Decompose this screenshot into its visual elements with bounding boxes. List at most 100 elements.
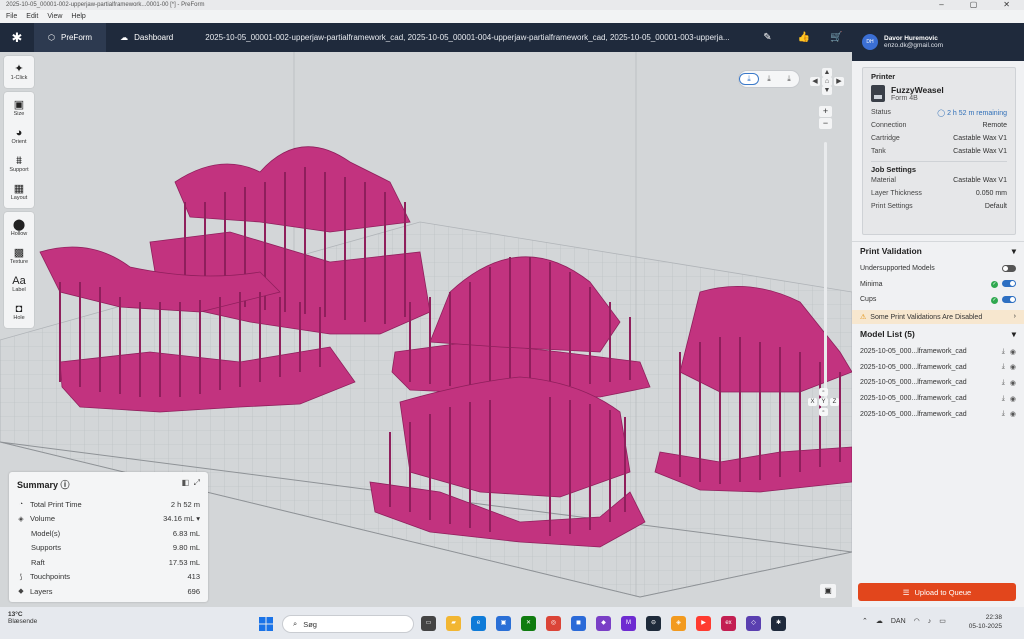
status-label: Status (871, 109, 891, 116)
app-icon[interactable]: ex (721, 616, 736, 631)
list-item[interactable]: 2025-10-05_000...lframework_cad ⤓ ◉ (852, 344, 1024, 360)
right-panel: Printer FuzzyWeasel Form 4B Status ◯ 2 h … (852, 61, 1024, 607)
close-icon[interactable]: ✕ (1003, 0, 1010, 9)
layer-slider[interactable] (824, 142, 827, 400)
validation-row-minima: Minima ✓ (852, 277, 1024, 293)
label-tool[interactable]: Aa Label (4, 270, 34, 298)
hole-tool[interactable]: ◘ Hole (4, 298, 34, 326)
view-mode-1-icon[interactable]: ⤓ (739, 73, 759, 85)
pan-left-icon[interactable]: ◀ (810, 77, 820, 86)
zoom-out-icon[interactable]: − (819, 118, 832, 129)
one-click-tool[interactable]: ✦ 1-Click (4, 58, 34, 86)
size-icon: ▣ (13, 99, 25, 111)
info-icon[interactable]: ⓘ (61, 480, 70, 490)
user-account[interactable]: DH Davor Huremovic enzo.dk@gmail.com (852, 23, 1024, 61)
dropdown-icon[interactable]: ▾ (196, 514, 200, 523)
view-mode-3-icon[interactable]: ⤓ (779, 74, 799, 84)
app-icon[interactable]: ⊖ (646, 616, 661, 631)
axis-up-icon[interactable]: ▫ (819, 388, 828, 396)
taskbar-search[interactable]: ⌕ Søg (282, 615, 414, 633)
edge-icon[interactable]: e (471, 616, 486, 631)
app-icon[interactable]: ◇ (746, 616, 761, 631)
taskbar-clock[interactable]: 22:38 05-10-2025 (969, 613, 1002, 631)
size-tool[interactable]: ▣ Size (4, 94, 34, 122)
expand-icon[interactable]: ⤢ (194, 478, 200, 487)
battery-icon[interactable]: ▭ (939, 617, 946, 625)
cups-toggle[interactable] (1002, 295, 1016, 303)
eye-icon[interactable]: ◉ (1010, 363, 1016, 371)
app-icon[interactable]: ◼ (571, 616, 586, 631)
edit-pencil-icon[interactable]: ✎ (763, 32, 771, 43)
wifi-icon[interactable]: ◠ (914, 617, 920, 625)
hole-icon: ◘ (15, 303, 23, 315)
model-name: 2025-10-05_000...lframework_cad (860, 363, 967, 371)
printer-card[interactable]: Printer FuzzyWeasel Form 4B Status ◯ 2 h … (862, 67, 1016, 235)
youtube-icon[interactable]: ▶ (696, 616, 711, 631)
keyboard-lang[interactable]: DAN (891, 618, 906, 625)
chrome-icon[interactable]: ◎ (546, 616, 561, 631)
minimize-icon[interactable]: – (939, 0, 943, 9)
app-icon[interactable]: ◈ (671, 616, 686, 631)
axis-down-icon[interactable]: ▫ (819, 408, 828, 416)
app-icon[interactable]: M (621, 616, 636, 631)
support-tool[interactable]: ⩩ Support (4, 150, 34, 178)
preform-app-icon[interactable]: ✱ (771, 616, 786, 631)
print-validation-header[interactable]: Print Validation ▾ (852, 241, 1024, 261)
eye-icon[interactable]: ◉ (1010, 348, 1016, 356)
orient-tool[interactable]: ◕ Orient (4, 122, 34, 150)
zoom-in-icon[interactable]: + (819, 106, 832, 117)
model-list-header[interactable]: Model List (5) ▾ (852, 325, 1024, 344)
home-view-icon[interactable]: ⌂ (822, 77, 832, 86)
list-item[interactable]: 2025-10-05_000...lframework_cad ⤓ ◉ (852, 360, 1024, 376)
tab-dashboard[interactable]: ☁ Dashboard (106, 23, 187, 52)
undersupported-toggle[interactable] (1002, 265, 1016, 273)
layout-tool[interactable]: ▦ Layout (4, 178, 34, 206)
formlabs-logo-icon[interactable]: ✱ (0, 30, 34, 46)
pan-right-icon[interactable]: ▶ (834, 77, 844, 86)
cube-icon: ⬡ (48, 33, 55, 42)
validation-label: Minima (860, 280, 883, 288)
file-explorer-icon[interactable]: ▰ (446, 616, 461, 631)
xbox-icon[interactable]: ✕ (521, 616, 536, 631)
speaker-icon[interactable]: ♪ (928, 618, 932, 625)
axis-y-button[interactable]: Y (819, 398, 828, 406)
printer-section-title: Printer (871, 72, 896, 81)
eye-icon[interactable]: ◉ (1010, 379, 1016, 387)
connection-label: Connection (871, 122, 907, 129)
task-view-icon[interactable]: ▭ (421, 616, 436, 631)
app-icon[interactable]: ◆ (596, 616, 611, 631)
minima-toggle[interactable] (1002, 280, 1016, 288)
chevron-up-icon[interactable]: ⌃ (862, 617, 868, 625)
maximize-icon[interactable]: ▢ (970, 0, 978, 9)
view-mode-2-icon[interactable]: ⤓ (759, 74, 779, 84)
cloud-sync-icon[interactable]: ☁ (876, 617, 883, 625)
eye-icon[interactable]: ◉ (1010, 410, 1016, 418)
tab-preform[interactable]: ⬡ PreForm (34, 23, 107, 52)
texture-icon: ▩ (13, 247, 25, 259)
windows-start-icon[interactable] (259, 617, 273, 631)
eye-icon[interactable]: ◉ (1010, 395, 1016, 403)
validation-warning[interactable]: ⚠ Some Print Validations Are Disabled › (852, 309, 1024, 324)
summary-row-volume[interactable]: ◈ Volume 34.16 mL ▾ (17, 512, 200, 527)
pan-up-icon[interactable]: ▲ (822, 68, 832, 77)
texture-tool[interactable]: ▩ Texture (4, 242, 34, 270)
menu-edit[interactable]: Edit (26, 13, 38, 20)
menu-view[interactable]: View (47, 13, 62, 20)
upload-to-queue-button[interactable]: ☰ Upload to Queue (858, 583, 1016, 601)
list-item[interactable]: 2025-10-05_000...lframework_cad ⤓ ◉ (852, 406, 1024, 422)
thumbs-up-icon[interactable]: 👍 (798, 32, 810, 43)
menu-help[interactable]: Help (71, 13, 85, 20)
summary-title: Summary (17, 480, 59, 490)
list-item[interactable]: 2025-10-05_000...lframework_cad ⤓ ◉ (852, 391, 1024, 407)
axis-z-button[interactable]: Z (830, 398, 839, 406)
pan-down-icon[interactable]: ▼ (822, 86, 832, 95)
store-icon[interactable]: ▣ (496, 616, 511, 631)
collapse-icon[interactable]: ◧ (182, 478, 190, 487)
cart-icon[interactable]: 🛒 (830, 32, 842, 43)
menu-file[interactable]: File (6, 13, 17, 20)
hollow-tool[interactable]: ⬤ Hollow (4, 214, 34, 242)
axis-x-button[interactable]: X (808, 398, 817, 406)
screenshot-icon[interactable]: ▣ (820, 584, 836, 598)
weather-widget[interactable]: 13°C Blæsende (8, 611, 37, 625)
list-item[interactable]: 2025-10-05_000...lframework_cad ⤓ ◉ (852, 375, 1024, 391)
